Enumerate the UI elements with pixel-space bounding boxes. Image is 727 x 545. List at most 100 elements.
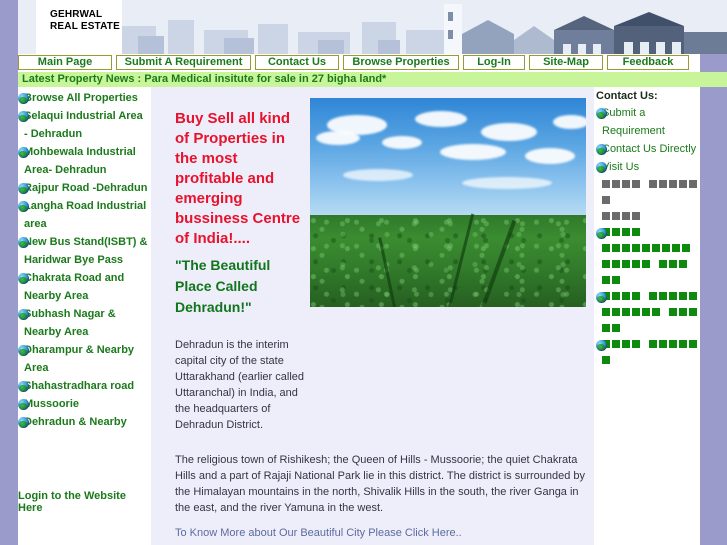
tofu-glyph: [632, 180, 640, 188]
read-more-link[interactable]: To Know More about Our Beautiful City Pl…: [175, 527, 462, 539]
globe-bullet-icon: [596, 108, 607, 119]
globe-bullet-icon: [596, 292, 607, 303]
site-logo-text: GEHRWAL REAL ESTATE: [50, 9, 120, 32]
tofu-glyph: [682, 244, 690, 252]
unrendered-text-row[interactable]: [596, 256, 700, 272]
tofu-glyph: [649, 292, 657, 300]
unrendered-text-row[interactable]: [596, 224, 700, 240]
contact-link-1[interactable]: Contact Us Directly: [596, 140, 700, 158]
tofu-glyph: [632, 260, 640, 268]
tofu-space: [642, 292, 647, 300]
globe-bullet-icon: [18, 309, 29, 320]
contact-link-label: Contact Us Directly: [602, 143, 697, 155]
sidebar-item-11[interactable]: Dehradun & Nearby: [18, 413, 149, 431]
sidebar-item-5[interactable]: New Bus Stand(ISBT) & Haridwar Bye Pass: [18, 233, 149, 269]
globe-bullet-icon: [18, 111, 29, 122]
nav-button-site-map[interactable]: Site-Map: [529, 55, 603, 70]
globe-bullet-icon: [18, 93, 29, 104]
tofu-glyph: [602, 260, 610, 268]
sidebar-item-label: Selaqui Industrial Area - Dehradun: [24, 110, 143, 140]
tofu-glyph: [622, 244, 630, 252]
globe-bullet-icon: [18, 147, 29, 158]
sidebar-item-8[interactable]: Dharampur & Nearby Area: [18, 341, 149, 377]
tofu-glyph: [612, 308, 620, 316]
contact-link-list: Submit a Requirement Contact Us Directly V…: [596, 104, 700, 176]
tofu-glyph: [642, 260, 650, 268]
contact-link-label: Visit Us: [602, 161, 640, 173]
main-content: Buy Sell all kind of Properties in the m…: [151, 87, 594, 545]
tofu-glyph: [689, 180, 697, 188]
tofu-glyph: [659, 260, 667, 268]
tofu-glyph: [622, 340, 630, 348]
tofu-glyph: [679, 180, 687, 188]
sidebar-item-3[interactable]: Rajpur Road -Dehradun: [18, 179, 149, 197]
nav-button-submit-a-requirement[interactable]: Submit A Requirement: [116, 55, 251, 70]
left-sidebar: Browse All Properties Selaqui Industrial …: [18, 87, 151, 545]
tofu-glyph: [622, 212, 630, 220]
nav-button-main-page[interactable]: Main Page: [18, 55, 112, 70]
sidebar-item-label: Shahastradhara road: [24, 380, 135, 392]
tofu-glyph: [679, 260, 687, 268]
tofu-glyph: [679, 308, 687, 316]
sidebar-item-7[interactable]: Subhash Nagar & Nearby Area: [18, 305, 149, 341]
latest-news-ticker: Latest Property News : Para Medical insi…: [18, 72, 727, 87]
tofu-glyph: [659, 340, 667, 348]
tofu-glyph: [659, 292, 667, 300]
tofu-glyph: [602, 212, 610, 220]
contact-link-2[interactable]: Visit Us: [596, 158, 700, 176]
globe-bullet-icon: [18, 273, 29, 284]
unrendered-text-row[interactable]: [596, 304, 700, 320]
sidebar-item-6[interactable]: Chakrata Road and Nearby Area: [18, 269, 149, 305]
sidebar-item-2[interactable]: Mohbewala Industrial Area- Dehradun: [18, 143, 149, 179]
globe-bullet-icon: [18, 381, 29, 392]
tofu-glyph: [662, 244, 670, 252]
tofu-glyph: [612, 212, 620, 220]
tofu-glyph: [669, 308, 677, 316]
contact-link-0[interactable]: Submit a Requirement: [596, 104, 700, 140]
nav-button-log-in[interactable]: Log-In: [463, 55, 525, 70]
sidebar-item-0[interactable]: Browse All Properties: [18, 89, 149, 107]
globe-bullet-icon: [18, 417, 29, 428]
tofu-space: [662, 308, 667, 316]
globe-bullet-icon: [596, 228, 607, 239]
sidebar-item-9[interactable]: Shahastradhara road: [18, 377, 149, 395]
tofu-glyph: [612, 340, 620, 348]
sidebar-item-label: Dehradun & Nearby: [24, 416, 127, 428]
sidebar-item-1[interactable]: Selaqui Industrial Area - Dehradun: [18, 107, 149, 143]
subheadline-text: "The Beautiful Place Called Dehradun!": [175, 257, 271, 315]
main-navigation: Main Page Submit A Requirement Contact Us B…: [18, 55, 700, 72]
globe-bullet-icon: [18, 183, 29, 194]
tofu-glyph: [602, 324, 610, 332]
sidebar-item-label: Mohbewala Industrial Area- Dehradun: [24, 146, 136, 176]
tofu-glyph: [612, 276, 620, 284]
sidebar-login-link[interactable]: Login to the Website Here: [18, 490, 151, 514]
page-root: GEHRWAL REAL ESTATE Main Page Submit A Re…: [0, 0, 727, 545]
tofu-glyph: [612, 244, 620, 252]
tofu-glyph: [622, 292, 630, 300]
globe-bullet-icon: [18, 399, 29, 410]
sidebar-item-label: Chakrata Road and Nearby Area: [24, 272, 125, 302]
intro-paragraph: Dehradun is the interim capital city of …: [175, 339, 305, 431]
unrendered-text-row[interactable]: [596, 272, 700, 288]
sidebar-item-label: Mussoorie: [24, 398, 80, 410]
sidebar-item-label: New Bus Stand(ISBT) & Haridwar Bye Pass: [24, 236, 148, 266]
tofu-glyph: [602, 276, 610, 284]
unrendered-text-row[interactable]: [596, 336, 700, 368]
unrendered-text-row[interactable]: [596, 288, 700, 304]
nav-button-feedback[interactable]: Feedback: [607, 55, 689, 70]
tofu-glyph: [679, 340, 687, 348]
nav-button-browse-properties[interactable]: Browse Properties: [343, 55, 459, 70]
sidebar-item-10[interactable]: Mussoorie: [18, 395, 149, 413]
unrendered-text-row[interactable]: [596, 320, 700, 336]
tofu-glyph: [602, 356, 610, 364]
tofu-glyph: [689, 308, 697, 316]
tofu-glyph: [612, 228, 620, 236]
unrendered-text-row[interactable]: [596, 240, 700, 256]
hero-field-texture: [310, 215, 586, 307]
tofu-glyph: [672, 244, 680, 252]
nav-button-contact-us[interactable]: Contact Us: [255, 55, 339, 70]
tofu-glyph: [679, 292, 687, 300]
sidebar-item-4[interactable]: Langha Road Industrial area: [18, 197, 149, 233]
tofu-space: [642, 180, 647, 188]
tofu-glyph: [612, 260, 620, 268]
